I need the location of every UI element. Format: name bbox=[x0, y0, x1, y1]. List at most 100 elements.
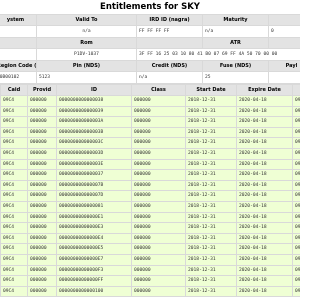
table-row: 09C4 000000 000000000000003A 000000 2018-12-… bbox=[0, 116, 300, 128]
header-id: ID bbox=[56, 84, 132, 96]
header-region-code: Region Code (NDS) bbox=[0, 60, 37, 72]
cell-id: 00000000000000E5 bbox=[56, 243, 132, 255]
info-header-row-2: Rom ATR bbox=[0, 37, 300, 49]
cell-provid: 000000 bbox=[27, 264, 57, 277]
table-row: 09C4 000000 00000000000000E5 000000 2018-12-… bbox=[0, 243, 300, 255]
cell-start-date: 2018-12-31 bbox=[185, 243, 237, 255]
cell-class: 000000 bbox=[131, 169, 186, 181]
header-pin: Pin (NDS) bbox=[36, 60, 137, 72]
cell-provid: 000000 bbox=[27, 232, 57, 245]
cell-caid: 09C4 bbox=[0, 200, 28, 213]
cell-class: 000000 bbox=[131, 243, 186, 255]
cell-id: 0000000000000100 bbox=[56, 285, 132, 298]
value-system bbox=[0, 25, 37, 38]
header-fuse: Fuse (NDS) bbox=[202, 60, 269, 72]
cell-expire-date: 2020-04-18 bbox=[236, 137, 293, 149]
header-caid: Caid bbox=[0, 84, 28, 96]
cell-expire-date: 2020-04-18 bbox=[236, 243, 293, 255]
cell-provid: 000000 bbox=[27, 95, 57, 107]
header-maturity: Maturity bbox=[202, 14, 269, 26]
cell-provid: 000000 bbox=[27, 126, 57, 139]
value-valid-to: n/a bbox=[36, 25, 137, 38]
cell-id: 00000000000000E1 bbox=[56, 211, 132, 224]
cell-start-date: 2018-12-31 bbox=[185, 116, 237, 128]
table-row: 09C4 000000 0000000000000039 000000 2018-12-… bbox=[0, 105, 300, 118]
table-row: 09C4 000000 000000000000003E 000000 2018-12-… bbox=[0, 158, 300, 171]
table-row: 09C4 000000 00000000000000E3 000000 2018-12-… bbox=[0, 222, 300, 234]
cell-extra: 09C bbox=[292, 116, 300, 128]
value-credit: n/a bbox=[136, 71, 203, 84]
cell-start-date: 2018-12-31 bbox=[185, 200, 237, 213]
header-start-date: Start Date bbox=[185, 84, 237, 96]
cell-expire-date: 2020-04-18 bbox=[236, 222, 293, 234]
cell-caid: 09C4 bbox=[0, 158, 28, 171]
cell-extra: 09C bbox=[292, 222, 300, 234]
cell-id: 000000000000003D bbox=[56, 147, 132, 160]
cell-start-date: 2018-12-31 bbox=[185, 285, 237, 298]
cell-extra: 09C bbox=[292, 179, 300, 192]
cell-extra: 09C bbox=[292, 232, 300, 245]
cell-provid: 000000 bbox=[27, 190, 57, 202]
cell-expire-date: 2020-04-18 bbox=[236, 147, 293, 160]
cell-class: 000000 bbox=[131, 147, 186, 160]
cell-caid: 09C4 bbox=[0, 264, 28, 277]
cell-provid: 000000 bbox=[27, 105, 57, 118]
cell-class: 000000 bbox=[131, 275, 186, 287]
cell-provid: 000000 bbox=[27, 116, 57, 128]
cell-id: 00000000000000E4 bbox=[56, 232, 132, 245]
info-value-row-3: 00B00102 5123 n/a 25 bbox=[0, 71, 300, 84]
cell-id: 000000000000007D bbox=[56, 190, 132, 202]
cell-provid: 000000 bbox=[27, 158, 57, 171]
table-row: 09C4 000000 000000000000003B 000000 2018-12-… bbox=[0, 126, 300, 139]
value-maturity: n/a bbox=[202, 25, 269, 38]
cell-extra: 09C bbox=[292, 243, 300, 255]
cell-provid: 000000 bbox=[27, 200, 57, 213]
cell-class: 000000 bbox=[131, 222, 186, 234]
cell-caid: 09C4 bbox=[0, 179, 28, 192]
cell-id: 000000000000003E bbox=[56, 158, 132, 171]
cell-start-date: 2018-12-31 bbox=[185, 105, 237, 118]
cell-expire-date: 2020-04-18 bbox=[236, 190, 293, 202]
cell-caid: 09C4 bbox=[0, 137, 28, 149]
cell-class: 000000 bbox=[131, 137, 186, 149]
header-payload: Payl bbox=[268, 60, 300, 72]
cell-class: 000000 bbox=[131, 285, 186, 298]
cell-extra: 09C bbox=[292, 190, 300, 202]
cell-expire-date: 2020-04-18 bbox=[236, 126, 293, 139]
cell-extra: 09C bbox=[292, 169, 300, 181]
cell-start-date: 2018-12-31 bbox=[185, 253, 237, 266]
cell-start-date: 2018-12-31 bbox=[185, 169, 237, 181]
header-valid-to: Valid To bbox=[36, 14, 137, 26]
cell-caid: 09C4 bbox=[0, 105, 28, 118]
cell-expire-date: 2020-04-18 bbox=[236, 158, 293, 171]
cell-class: 000000 bbox=[131, 95, 186, 107]
table-row: 09C4 000000 0000000000000100 000000 2018-12-… bbox=[0, 285, 300, 298]
value-rom: P1DV-1037 bbox=[36, 48, 137, 61]
cell-extra: 09C bbox=[292, 253, 300, 266]
table-row: 09C4 000000 000000000000003C 000000 2018-12-… bbox=[0, 137, 300, 149]
cell-expire-date: 2020-04-18 bbox=[236, 95, 293, 107]
table-row: 09C4 000000 00000000000000E4 000000 2018-12-… bbox=[0, 232, 300, 245]
cell-provid: 000000 bbox=[27, 285, 57, 298]
cell-start-date: 2018-12-31 bbox=[185, 158, 237, 171]
header-blank-2 bbox=[136, 37, 203, 49]
cell-expire-date: 2020-04-18 bbox=[236, 179, 293, 192]
cell-provid: 000000 bbox=[27, 169, 57, 181]
entitlements-body: 09C4 000000 0000000000000038 000000 2018-12-… bbox=[0, 95, 300, 298]
cell-extra: 09C bbox=[292, 137, 300, 149]
cell-start-date: 2018-12-31 bbox=[185, 211, 237, 224]
cell-expire-date: 2020-04-18 bbox=[236, 275, 293, 287]
cell-provid: 000000 bbox=[27, 137, 57, 149]
cell-extra: 09C bbox=[292, 264, 300, 277]
cell-id: 00000000000000FF bbox=[56, 275, 132, 287]
cell-expire-date: 2020-04-18 bbox=[236, 253, 293, 266]
cell-caid: 09C4 bbox=[0, 116, 28, 128]
cell-start-date: 2018-12-31 bbox=[185, 137, 237, 149]
info-header-row-1: ystem Valid To IRD ID (nagra) Maturity bbox=[0, 14, 300, 26]
cell-class: 000000 bbox=[131, 126, 186, 139]
cell-caid: 09C4 bbox=[0, 275, 28, 287]
cell-caid: 09C4 bbox=[0, 243, 28, 255]
value-pin: 5123 bbox=[36, 71, 137, 84]
card-info-table: ystem Valid To IRD ID (nagra) Maturity n… bbox=[0, 14, 300, 84]
value-payload bbox=[268, 71, 300, 84]
